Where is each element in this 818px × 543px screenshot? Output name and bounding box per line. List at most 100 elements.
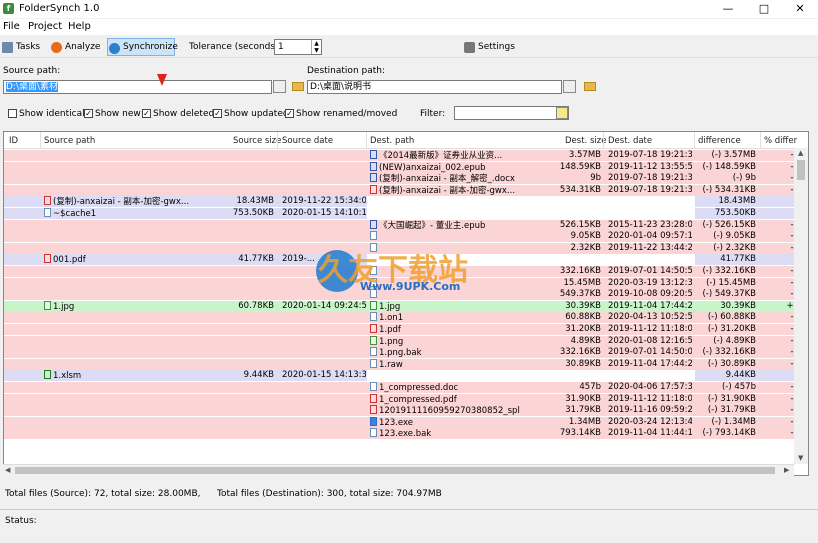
minimize-button[interactable]: —	[710, 0, 746, 18]
show-identical-checkbox[interactable]: Show identical	[8, 109, 85, 119]
stepper-arrows[interactable]: ▲ ▼	[311, 40, 321, 54]
cell-dest-date-text: 2019-10-08 09:20:56	[608, 289, 692, 300]
scroll-up-arrow[interactable]: ▲	[798, 149, 803, 157]
file-icon	[44, 196, 51, 206]
menu-help[interactable]: Help	[68, 21, 91, 32]
col-dest-size[interactable]: Dest. size	[565, 136, 606, 146]
maximize-button[interactable]: □	[746, 0, 782, 18]
show-renamed-checkbox[interactable]: ✓ Show renamed/moved	[285, 109, 397, 119]
folder-sync-icon: f	[3, 3, 14, 14]
tolerance-stepper[interactable]: 1 ▲ ▼	[274, 39, 322, 55]
cell-difference: (-) 2.32KB	[696, 243, 756, 254]
comparison-grid[interactable]: ID Source path Source size Source date D…	[3, 131, 809, 476]
table-row[interactable]: 123.exe.bak 793.14KB 2019-11-04 11:44:10 (-…	[4, 428, 808, 440]
table-row[interactable]: 123.exe 1.34MB 2020-03-24 12:13:44 (-) 1.34…	[4, 416, 808, 428]
cell-source-date-text: 2019-...	[282, 254, 315, 265]
cell-dest-path: 123.exe.bak	[370, 428, 520, 439]
table-row[interactable]: 9.05KB2020-01-04 09:57:16(-) 9.05KB-1	[4, 231, 808, 243]
table-row[interactable]: (NEW)anxaizai_002.epub 148.59KB 2019-11-12…	[4, 161, 808, 173]
cell-difference-text: (-) 332.16KB	[702, 266, 756, 276]
show-deleted-checkbox[interactable]: ✓ Show deleted	[142, 109, 214, 119]
table-row[interactable]: 1_compressed.pdf 31.90KB 2019-11-12 11:18:…	[4, 393, 808, 405]
menu-project[interactable]: Project	[28, 21, 62, 32]
cell-dest-size: 3.57MB	[521, 150, 601, 161]
close-button[interactable]: ✕	[782, 0, 818, 18]
col-pct-diff[interactable]: % differ	[764, 136, 797, 146]
cell-difference-text: (-) 15.45MB	[706, 277, 756, 288]
source-browse-button[interactable]	[273, 80, 286, 93]
filter-help-icon[interactable]	[556, 107, 568, 119]
col-dest-date[interactable]: Dest. date	[608, 136, 652, 146]
show-new-checkbox[interactable]: ✓ Show new	[84, 109, 141, 119]
cell-source-date	[282, 220, 366, 231]
table-row[interactable]: 1.on1 60.88KB 2020-04-13 10:52:58 (-) 60.88…	[4, 312, 808, 324]
grid-header: ID Source path Source size Source date D…	[4, 132, 808, 149]
cell-dest-path: 1.raw	[370, 358, 520, 370]
cell-dest-date-text: 2019-11-22 13:44:24	[608, 242, 692, 253]
table-row[interactable]: (复制)-anxaizai - 副本_解密_.docx 9b 2019-07-18 …	[4, 173, 808, 185]
table-row[interactable]: 《大国崛起》- 董业主.epub 526.15KB 2015-11-23 23:28…	[4, 219, 808, 231]
table-row[interactable]: 1_compressed.doc 457b 2020-04-06 17:57:34 (…	[4, 382, 808, 393]
table-row[interactable]: 1.xlsm 9.44KB 2020-01-15 14:13:35 9.44KB	[4, 370, 808, 382]
table-row[interactable]: 1.pdf 31.20KB 2019-11-12 11:18:08 (-) 31.20…	[4, 324, 808, 335]
table-row[interactable]: 1.png 4.89KB 2020-01-08 12:16:53 (-) 4.89KB…	[4, 335, 808, 347]
vertical-scrollbar[interactable]: ▲ ▼	[794, 148, 808, 464]
horizontal-scroll-thumb[interactable]	[15, 467, 775, 474]
scroll-left-arrow[interactable]: ◀	[5, 466, 10, 474]
col-source-date[interactable]: Source date	[282, 136, 333, 146]
scroll-right-arrow[interactable]: ▶	[784, 466, 789, 474]
table-row[interactable]: 1.jpg 60.78KB 2020-01-14 09:24:59 1.jpg 30.3…	[4, 300, 808, 312]
settings-button[interactable]: Settings	[463, 38, 515, 56]
cell-difference: (-) 1.34MB	[696, 417, 757, 428]
scroll-down-arrow[interactable]: ▼	[798, 454, 803, 462]
cell-dest-size: 534.31KB	[521, 185, 601, 196]
dest-folder-icon[interactable]	[584, 82, 596, 91]
col-source-path[interactable]: Source path	[44, 136, 95, 146]
cell-dest-date-text: 2020-01-04 09:57:16	[608, 231, 692, 242]
cell-dest-path-text: 《2014最新版》证券业从业资...	[379, 151, 503, 161]
cell-source-date-text: 2020-01-14 09:24:59	[282, 300, 366, 311]
table-row[interactable]: 《2014最新版》证券业从业资... 3.57MB 2019-07-18 19:21…	[4, 150, 808, 161]
cell-dest-date-text: 2019-11-04 17:44:29	[608, 300, 692, 311]
synchronize-button[interactable]: Synchronize	[107, 38, 178, 56]
tasks-icon	[2, 42, 13, 53]
cell-source-date: 2020-01-15 14:13:35	[282, 370, 366, 381]
tasks-label: Tasks	[16, 42, 41, 52]
menu-file[interactable]: File	[3, 21, 20, 32]
cell-dest-size: 31.90KB	[521, 394, 601, 405]
cell-dest-path	[370, 196, 520, 207]
source-folder-icon[interactable]	[292, 82, 304, 91]
analyze-button[interactable]: Analyze	[50, 38, 100, 56]
cell-source-path	[44, 173, 224, 184]
cell-dest-size-text: 793.14KB	[559, 428, 601, 439]
cell-dest-path: 1.png	[370, 335, 520, 347]
col-source-size[interactable]: Source size	[233, 136, 281, 146]
table-row[interactable]: 1.png.bak 332.16KB 2019-07-01 14:50:00 (-) …	[4, 347, 808, 359]
cell-difference: (-) 148.59KB	[696, 162, 756, 173]
dest-path-input[interactable]: D:\桌面\说明书	[307, 80, 562, 94]
cell-dest-date: 2019-07-18 19:21:32	[608, 150, 692, 161]
dest-browse-button[interactable]	[563, 80, 576, 93]
col-id[interactable]: ID	[9, 136, 18, 146]
source-path-input[interactable]: D:\桌面\素材	[3, 80, 272, 94]
settings-icon	[464, 42, 475, 53]
cell-dest-size-text: 15.45MB	[563, 277, 602, 288]
table-row[interactable]: 12019111160959270380852_split.... 31.79KB…	[4, 405, 808, 417]
horizontal-scrollbar[interactable]: ◀ ▶	[3, 464, 794, 476]
red-arrow-icon	[157, 74, 167, 86]
cell-source-date-text: 2019-11-22 15:34:06	[282, 196, 366, 207]
show-updated-checkbox[interactable]: ✓ Show updated	[213, 109, 289, 119]
table-row[interactable]: (复制)-anxaizai - 副本-加密-gwx... 534.31KB 2019…	[4, 184, 808, 196]
tasks-button[interactable]: Tasks	[1, 38, 43, 56]
table-row[interactable]: 1.raw 30.89KB 2019-11-04 17:44:29 (-) 30.89…	[4, 358, 808, 370]
cell-source-size: 753.50KB	[226, 208, 274, 219]
table-row[interactable]: (复制)-anxaizai - 副本-加密-gwx... 18.43MB 2019-…	[4, 196, 808, 208]
cell-difference-text: 753.50KB	[714, 208, 756, 218]
vertical-scroll-thumb[interactable]	[797, 160, 805, 180]
col-dest-path[interactable]: Dest. path	[370, 136, 414, 146]
table-row[interactable]: ~$cache1 753.50KB 2020-01-15 14:10:11 753.5…	[4, 208, 808, 219]
filter-input[interactable]	[454, 106, 569, 120]
col-difference[interactable]: difference	[698, 136, 741, 146]
cell-source-date	[282, 394, 366, 405]
cell-source-path	[44, 185, 224, 196]
